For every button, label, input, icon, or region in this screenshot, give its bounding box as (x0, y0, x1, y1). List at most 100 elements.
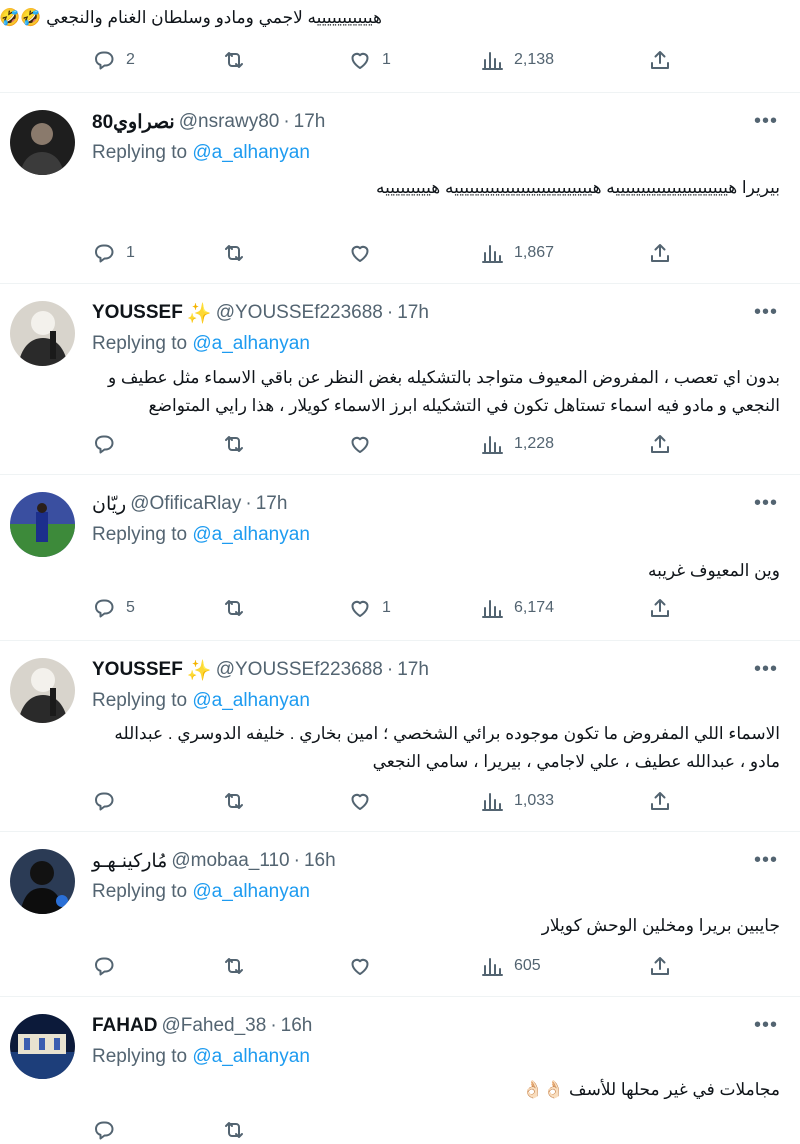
replying-label: Replying to (92, 142, 188, 163)
mention-link[interactable]: @a_alhanyan (192, 524, 310, 545)
mention-link[interactable]: @a_alhanyan (192, 881, 310, 902)
reply-icon (95, 51, 114, 70)
like-button[interactable]: 1 (348, 48, 391, 72)
like-button[interactable] (348, 432, 382, 456)
tweet[interactable]: مُاركينـهـو @mobaa_110 · 16h ••• Replyin… (0, 831, 800, 997)
retweet-button[interactable] (222, 954, 256, 978)
analytics-icon (482, 436, 503, 454)
display-name[interactable]: مُاركينـهـو (92, 850, 167, 873)
like-button[interactable] (348, 789, 382, 813)
views-button[interactable]: 2,138 (480, 48, 554, 72)
more-options-icon[interactable]: ••• (754, 301, 778, 324)
sparkle-emoji: ✨ (186, 302, 212, 325)
timestamp[interactable]: 17h (294, 111, 326, 133)
display-name[interactable]: YOUSSEF (92, 659, 183, 681)
reply-button[interactable]: 1 (92, 241, 135, 265)
user-handle[interactable]: @YOUSSEf223688 (216, 659, 383, 681)
tweet-actions: 605 (92, 954, 672, 980)
user-handle[interactable]: @nsrawy80 (179, 111, 280, 133)
avatar[interactable] (10, 492, 75, 557)
tweet-actions: 2 1 2,138 (92, 48, 672, 74)
view-count: 605 (514, 957, 541, 974)
share-button[interactable] (648, 432, 672, 456)
more-options-icon[interactable]: ••• (754, 1014, 778, 1037)
avatar[interactable] (10, 658, 75, 723)
avatar[interactable] (10, 110, 75, 175)
retweet-button[interactable] (222, 789, 256, 813)
tweet-text: الاسماء اللي المفروض ما تكون موجوده برائ… (114, 724, 780, 771)
views-button[interactable]: 1,867 (480, 241, 554, 265)
tweet-header: YOUSSEF ✨ @YOUSSEf223688 · 17h (92, 300, 429, 326)
retweet-icon (225, 958, 243, 974)
reply-button[interactable] (92, 432, 126, 456)
display-name[interactable]: YOUSSEF (92, 302, 183, 324)
user-handle[interactable]: @YOUSSEf223688 (216, 302, 383, 324)
analytics-icon (482, 245, 503, 263)
timestamp[interactable]: 17h (397, 659, 429, 681)
tweet[interactable]: FAHAD @Fahed_38 · 16h ••• Replying to @a… (0, 996, 800, 1140)
user-handle[interactable]: @OfificaRlay (130, 493, 241, 515)
tweet[interactable]: YOUSSEF ✨ @YOUSSEf223688 · 17h ••• Reply… (0, 640, 800, 832)
retweet-button[interactable] (222, 1118, 246, 1142)
display-name[interactable]: نصراوي80 (92, 111, 175, 134)
mention-link[interactable]: @a_alhanyan (192, 1046, 310, 1067)
reply-button[interactable]: 2 (92, 48, 135, 72)
more-options-icon[interactable]: ••• (754, 110, 778, 133)
share-button[interactable] (648, 596, 672, 620)
more-options-icon[interactable]: ••• (754, 849, 778, 872)
retweet-button[interactable] (222, 241, 256, 265)
share-button[interactable] (648, 789, 672, 813)
retweet-icon (225, 600, 243, 616)
share-button[interactable] (648, 241, 672, 265)
views-button[interactable]: 1,033 (480, 789, 554, 813)
like-button[interactable]: 1 (348, 596, 391, 620)
mention-link[interactable]: @a_alhanyan (192, 142, 310, 163)
reply-icon (95, 792, 114, 811)
replying-to: Replying to @a_alhanyan (92, 142, 310, 164)
share-button[interactable] (648, 48, 672, 72)
view-count: 2,138 (514, 51, 555, 68)
tweet-header: ريّان @OfificaRlay · 17h (92, 491, 287, 517)
more-options-icon[interactable]: ••• (754, 658, 778, 681)
display-name[interactable]: ريّان (92, 493, 126, 516)
replying-to: Replying to @a_alhanyan (92, 690, 310, 712)
retweet-button[interactable] (222, 432, 256, 456)
more-options-icon[interactable]: ••• (754, 492, 778, 515)
like-count: 1 (382, 599, 391, 616)
avatar[interactable] (10, 1014, 75, 1079)
reply-icon (95, 435, 114, 454)
views-button[interactable]: 6,174 (480, 596, 554, 620)
views-button[interactable]: 1,228 (480, 432, 554, 456)
timestamp[interactable]: 16h (304, 850, 336, 872)
tweet-text: هيييييييييييه لاجمي ومادو وسلطان الغنام … (0, 8, 382, 27)
reply-button[interactable]: 5 (92, 596, 135, 620)
mention-link[interactable]: @a_alhanyan (192, 333, 310, 354)
retweet-button[interactable] (222, 596, 256, 620)
avatar[interactable] (10, 301, 75, 366)
heart-icon (351, 52, 369, 69)
reply-button[interactable] (92, 954, 126, 978)
view-count: 1,867 (514, 244, 555, 261)
tweet[interactable]: نصراوي80 @nsrawy80 · 17h ••• Replying to… (0, 92, 800, 284)
tweet[interactable]: ريّان @OfificaRlay · 17h ••• Replying to… (0, 474, 800, 641)
timestamp[interactable]: 17h (256, 493, 288, 515)
timestamp[interactable]: 17h (397, 302, 429, 324)
retweet-icon (225, 245, 243, 261)
views-button[interactable]: 605 (480, 954, 541, 978)
reply-button[interactable] (92, 1118, 116, 1142)
heart-icon (351, 958, 369, 975)
avatar[interactable] (10, 849, 75, 914)
tweet[interactable]: YOUSSEF ✨ @YOUSSEf223688 · 17h ••• Reply… (0, 283, 800, 475)
user-handle[interactable]: @mobaa_110 (171, 850, 289, 872)
display-name[interactable]: FAHAD (92, 1015, 157, 1037)
share-button[interactable] (648, 954, 672, 978)
like-button[interactable] (348, 954, 382, 978)
timestamp[interactable]: 16h (281, 1015, 313, 1037)
mention-link[interactable]: @a_alhanyan (192, 690, 310, 711)
reply-icon (95, 957, 114, 976)
separator-dot: · (270, 1015, 277, 1036)
retweet-button[interactable] (222, 48, 256, 72)
user-handle[interactable]: @Fahed_38 (161, 1015, 266, 1037)
reply-button[interactable] (92, 789, 126, 813)
like-button[interactable] (348, 241, 382, 265)
